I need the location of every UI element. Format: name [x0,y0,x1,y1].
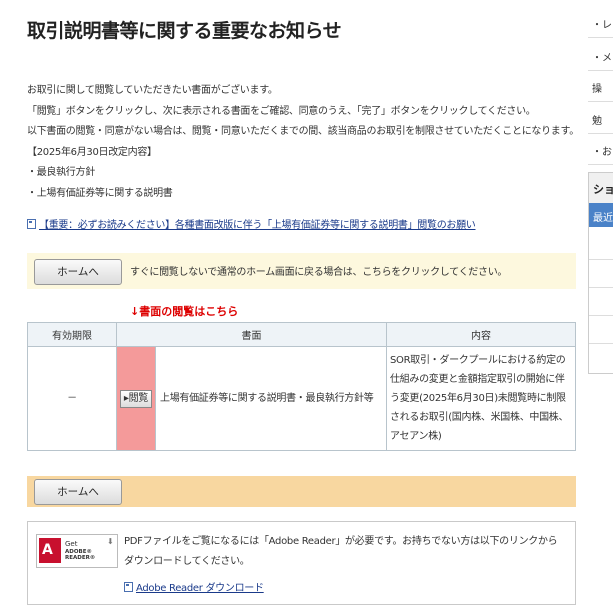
intro-line: お取引に関して閲覧していただきたい書面がございます。 [27,85,278,96]
revision-heading: 【2025年6月30日改定内容】 [27,146,157,158]
read-cell: ▸閲覧 [116,346,156,451]
row-document: 上場有価証券等に関する説明書・最良執行方針等 [155,346,387,451]
home-bar-text: すぐに閲覧しないで通常のホーム画面に戻る場合は、こちらをクリックしてください。 [130,267,508,278]
page-title: 取引説明書等に関する重要なお知らせ [27,20,342,42]
sidebar-panel: ショ 最近 [588,172,613,374]
revision-item: ・上場有価証券等に関する説明書 [27,187,173,199]
document-icon [124,582,133,592]
row-content: SOR取引・ダークプールにおける約定の仕組みの変更と金額指定取引の開始に伴う変更… [386,346,576,451]
header-document: 書面 [116,322,387,347]
logo-get-text: Get [65,540,78,548]
sidebar-item[interactable]: ・お [588,135,613,165]
pdf-info-box: A Get ADOBE® READER® ⬇ PDFファイルをご覧になるには「A… [27,521,576,605]
document-icon [27,219,36,229]
revision-item: ・最良執行方針 [27,167,95,178]
right-sidebar: ・レ ・メ 操 勉 ・お ショ 最近 [588,0,613,613]
sidebar-item[interactable]: ・レ [588,8,613,38]
pdf-download: Adobe Reader ダウンロード [124,579,264,594]
home-bar-bottom: ホームへ [27,476,576,507]
header-period: 有効期限 [27,322,117,347]
table-caption: ↓書面の閲覧はこちら [130,305,239,318]
sidebar-panel-title: ショ [589,173,613,203]
table-row: － ▸閲覧 上場有価証券等に関する説明書・最良執行方針等 SOR取引・ダークプー… [27,346,576,451]
divider [589,287,613,288]
download-arrow-icon: ⬇ [107,537,114,546]
divider [589,259,613,260]
adobe-download-link[interactable]: Adobe Reader ダウンロード [136,583,264,594]
sidebar-panel-tab[interactable]: 最近 [589,203,613,227]
notice-link[interactable]: 【重要：必ずお読みください】各種書面改版に伴う「上場有価証券等に関する説明書」閲… [39,220,476,231]
divider [589,343,613,344]
notice: 【重要：必ずお読みください】各種書面改版に伴う「上場有価証券等に関する説明書」閲… [27,216,476,231]
row-period: － [27,346,117,451]
adobe-reader-logo[interactable]: A Get ADOBE® READER® ⬇ [36,534,118,568]
home-button[interactable]: ホームへ [34,259,122,285]
sidebar-item[interactable]: ・メ [588,41,613,71]
header-content: 内容 [386,322,576,347]
table-header-row: 有効期限 書面 内容 [27,322,576,347]
pdf-info-text: PDFファイルをご覧になるには「Adobe Reader」が必要です。お持ちでな… [124,536,558,567]
documents-table: 有効期限 書面 内容 － ▸閲覧 上場有価証券等に関する説明書・最良執行方針等 … [27,322,576,451]
sidebar-item[interactable]: 勉 [588,104,613,134]
intro-line: 以下書面の閲覧・同意がない場合は、閲覧・同意いただくまでの間、該当商品のお取引を… [27,126,579,137]
divider [589,315,613,316]
read-button-label: 閲覧 [128,393,149,404]
intro-text: お取引に関して閲覧していただきたい書面がございます。 「閲覧」ボタンをクリックし… [27,81,579,204]
logo-reader-text: ADOBE® READER® [65,549,96,561]
home-button[interactable]: ホームへ [34,479,122,505]
sidebar-item[interactable]: 操 [588,72,613,102]
adobe-icon: A [39,538,61,563]
read-button[interactable]: ▸閲覧 [119,390,153,408]
intro-line: 「閲覧」ボタンをクリックし、次に表示される書面をご確認、同意のうえ、「完了」ボタ… [27,105,536,117]
home-bar-top: ホームへ すぐに閲覧しないで通常のホーム画面に戻る場合は、こちらをクリックしてく… [27,253,576,289]
